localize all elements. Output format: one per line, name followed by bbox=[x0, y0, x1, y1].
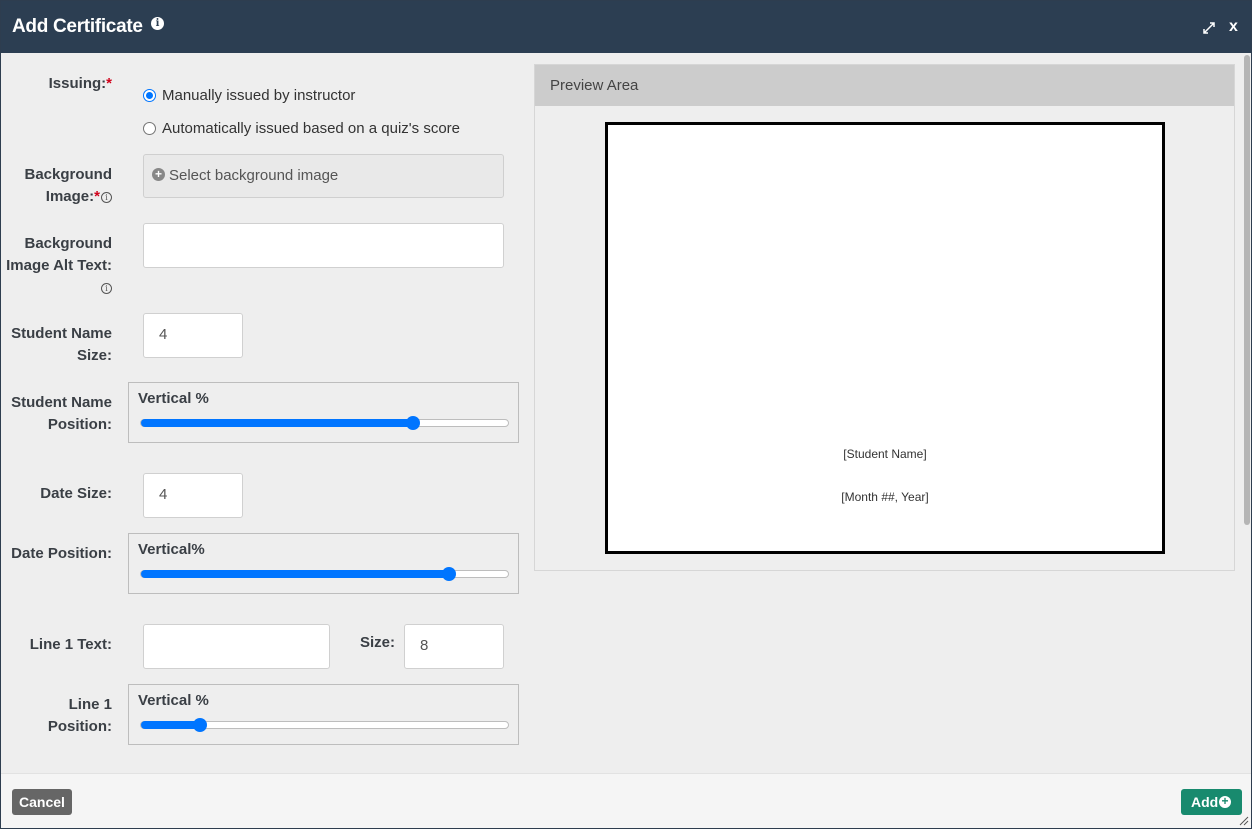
radio-manual[interactable]: Manually issued by instructor bbox=[143, 87, 355, 104]
student-name-placeholder: [Student Name] bbox=[843, 447, 927, 461]
slider-fill bbox=[141, 419, 413, 427]
dialog-header: Add Certificate i x bbox=[1, 1, 1251, 53]
line1-position-label: Line 1 Position: bbox=[47, 696, 112, 735]
line1-position-slider[interactable] bbox=[140, 718, 509, 732]
add-certificate-dialog: Add Certificate i x Issuing:* Manually i… bbox=[0, 0, 1252, 829]
line1-position-slider-box: Vertical % bbox=[128, 684, 519, 745]
date-position-slider-box: Vertical% bbox=[128, 533, 519, 594]
slider-fill bbox=[141, 721, 200, 729]
slider-caption: Vertical % bbox=[138, 390, 209, 407]
line1-size-input[interactable]: 8 bbox=[404, 624, 504, 669]
cancel-button[interactable]: Cancel bbox=[12, 789, 72, 815]
line1-text-label: Line 1 Text: bbox=[29, 636, 112, 653]
radio-automatic-label: Automatically issued based on a quiz's s… bbox=[162, 120, 461, 137]
expand-icon[interactable] bbox=[1201, 20, 1217, 36]
date-placeholder: [Month ##, Year] bbox=[841, 490, 929, 504]
line1-text-input[interactable] bbox=[143, 624, 330, 669]
dialog-body: Issuing:* Manually issued by instructor … bbox=[1, 53, 1251, 773]
slider-caption: Vertical % bbox=[138, 692, 209, 709]
plus-icon: + bbox=[152, 168, 165, 181]
student-name-position-slider-box: Vertical % bbox=[128, 382, 519, 443]
date-position-label: Date Position: bbox=[11, 545, 112, 562]
close-button[interactable]: x bbox=[1229, 18, 1238, 36]
dialog-footer: Cancel Add + bbox=[1, 773, 1251, 828]
radio-manual-label: Manually issued by instructor bbox=[162, 87, 356, 104]
date-size-input[interactable]: 4 bbox=[143, 473, 243, 518]
info-icon[interactable]: i bbox=[151, 17, 164, 30]
slider-fill bbox=[141, 570, 450, 578]
resize-handle-icon[interactable] bbox=[1237, 814, 1249, 826]
select-background-image-button[interactable]: + Select background image bbox=[143, 154, 504, 198]
vertical-scrollbar[interactable] bbox=[1242, 53, 1251, 773]
radio-button-selected[interactable] bbox=[143, 89, 156, 102]
dialog-title: Add Certificate bbox=[12, 16, 143, 37]
plus-circle-icon: + bbox=[1219, 795, 1231, 808]
preview-title: Preview Area bbox=[550, 77, 639, 94]
issuing-label: Issuing:* bbox=[48, 75, 112, 92]
radio-automatic[interactable]: Automatically issued based on a quiz's s… bbox=[143, 120, 460, 137]
preview-panel: Preview Area [Student Name] [Month ##, Y… bbox=[534, 64, 1235, 571]
line1-size-label: Size: bbox=[360, 634, 396, 651]
slider-caption: Vertical% bbox=[138, 541, 205, 558]
date-position-slider[interactable] bbox=[140, 567, 509, 581]
add-button[interactable]: Add + bbox=[1181, 789, 1242, 815]
radio-button[interactable] bbox=[143, 122, 156, 135]
student-name-size-label: Student Name Size: bbox=[11, 325, 112, 364]
info-icon[interactable]: i bbox=[101, 282, 112, 294]
slider-thumb[interactable] bbox=[192, 718, 207, 732]
student-name-position-label: Student Name Position: bbox=[11, 394, 112, 433]
scrollbar-thumb[interactable] bbox=[1244, 55, 1250, 525]
slider-thumb[interactable] bbox=[442, 567, 457, 581]
info-icon[interactable]: i bbox=[101, 191, 112, 203]
background-alt-text-label: Background Image Alt Text: i bbox=[6, 235, 112, 294]
student-name-size-input[interactable]: 4 bbox=[143, 313, 243, 358]
background-alt-text-input[interactable] bbox=[143, 223, 504, 268]
background-image-label: Background Image:* i bbox=[24, 166, 112, 205]
certificate-preview: [Student Name] [Month ##, Year] bbox=[605, 122, 1165, 554]
date-size-label: Date Size: bbox=[40, 485, 112, 502]
student-name-position-slider[interactable] bbox=[140, 416, 509, 430]
preview-header: Preview Area bbox=[535, 65, 1234, 106]
slider-thumb[interactable] bbox=[405, 416, 420, 430]
